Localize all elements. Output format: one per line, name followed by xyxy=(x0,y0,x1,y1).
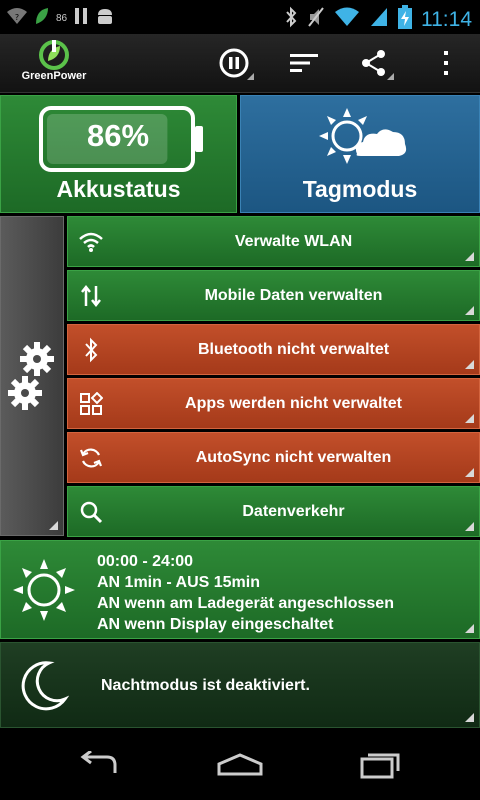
home-button[interactable] xyxy=(210,744,270,784)
wifi-question-icon: ? xyxy=(6,6,28,31)
mute-icon xyxy=(307,6,325,33)
row-data-traffic[interactable]: Datenverkehr xyxy=(67,486,480,537)
action-bar: GreenPower xyxy=(0,34,480,93)
share-icon xyxy=(362,50,385,76)
cell-signal-icon xyxy=(369,6,389,33)
app-name: GreenPower xyxy=(21,70,87,82)
share-button[interactable] xyxy=(352,42,396,84)
sort-button[interactable] xyxy=(282,42,326,84)
sun-cloud-icon xyxy=(319,108,407,164)
apps-icon xyxy=(78,391,104,417)
schedule-on-off: AN 1min - AUS 15min xyxy=(97,574,260,591)
row-autosync[interactable]: AutoSync nicht verwalten xyxy=(67,432,480,483)
recent-apps-button[interactable] xyxy=(350,744,410,784)
navigation-bar xyxy=(0,728,480,800)
more-vert-icon xyxy=(444,51,448,75)
schedule-charger: AN wenn am Ladegerät angeschlossen xyxy=(97,595,394,612)
row-apps-label: Apps werden nicht verwaltet xyxy=(185,394,402,412)
sync-icon xyxy=(78,445,104,471)
app-logo[interactable]: GreenPower xyxy=(12,38,96,88)
power-leaf-icon xyxy=(39,40,69,70)
pause-button[interactable] xyxy=(212,42,256,84)
sort-icon xyxy=(290,54,318,72)
row-wlan-label: Verwalte WLAN xyxy=(234,232,353,250)
signal-badge: 86 xyxy=(56,13,68,24)
pause-icon xyxy=(73,6,89,31)
mobile-data-icon xyxy=(78,283,104,309)
day-schedule-lines: 00:00 - 24:00 AN 1min - AUS 15min AN wen… xyxy=(97,551,394,635)
status-time: 11:14 xyxy=(421,7,472,31)
android-icon xyxy=(95,6,115,31)
night-mode-text: Nachtmodus ist deaktiviert. xyxy=(101,677,310,694)
back-button[interactable] xyxy=(70,744,130,784)
row-data-traffic-label: Datenverkehr xyxy=(242,502,345,520)
recent-apps-icon xyxy=(360,753,400,779)
row-bluetooth[interactable]: Bluetooth nicht verwaltet xyxy=(67,324,480,375)
wifi-icon xyxy=(78,229,104,255)
search-icon xyxy=(78,499,104,525)
battery-status-tile[interactable]: 86% Akkustatus xyxy=(0,95,237,213)
settings-panel[interactable] xyxy=(0,216,64,536)
bluetooth-icon xyxy=(78,337,104,363)
day-schedule-tile[interactable]: 00:00 - 24:00 AN 1min - AUS 15min AN wen… xyxy=(0,540,480,639)
row-mobile-data-label: Mobile Daten verwalten xyxy=(204,286,383,304)
back-icon xyxy=(80,751,117,773)
svg-text:?: ? xyxy=(15,13,19,22)
row-autosync-label: AutoSync nicht verwalten xyxy=(195,448,392,466)
gears-icon xyxy=(8,342,54,410)
row-wlan[interactable]: Verwalte WLAN xyxy=(67,216,480,267)
bluetooth-status-icon xyxy=(284,6,298,33)
schedule-time-range: 00:00 - 24:00 xyxy=(97,553,194,570)
schedule-display: AN wenn Display eingeschaltet xyxy=(97,616,334,633)
row-apps[interactable]: Apps werden nicht verwaltet xyxy=(67,378,480,429)
battery-charging-icon xyxy=(398,5,412,34)
status-bar: ? 86 11:14 xyxy=(0,0,480,34)
sun-icon xyxy=(13,559,75,621)
moon-icon xyxy=(21,661,69,711)
night-mode-tile[interactable]: Nachtmodus ist deaktiviert. xyxy=(0,642,480,728)
overflow-menu-button[interactable] xyxy=(424,42,468,84)
row-mobile-data[interactable]: Mobile Daten verwalten xyxy=(67,270,480,321)
pause-circle-icon xyxy=(219,48,249,78)
day-mode-label: Tagmodus xyxy=(302,176,418,202)
leaf-icon xyxy=(34,6,50,31)
battery-status-label: Akkustatus xyxy=(56,176,181,202)
battery-percent: 86% xyxy=(86,118,150,153)
row-bluetooth-label: Bluetooth nicht verwaltet xyxy=(197,340,390,358)
wifi-signal-icon xyxy=(334,6,360,33)
home-icon xyxy=(217,753,263,776)
day-mode-tile[interactable]: Tagmodus xyxy=(240,95,480,213)
